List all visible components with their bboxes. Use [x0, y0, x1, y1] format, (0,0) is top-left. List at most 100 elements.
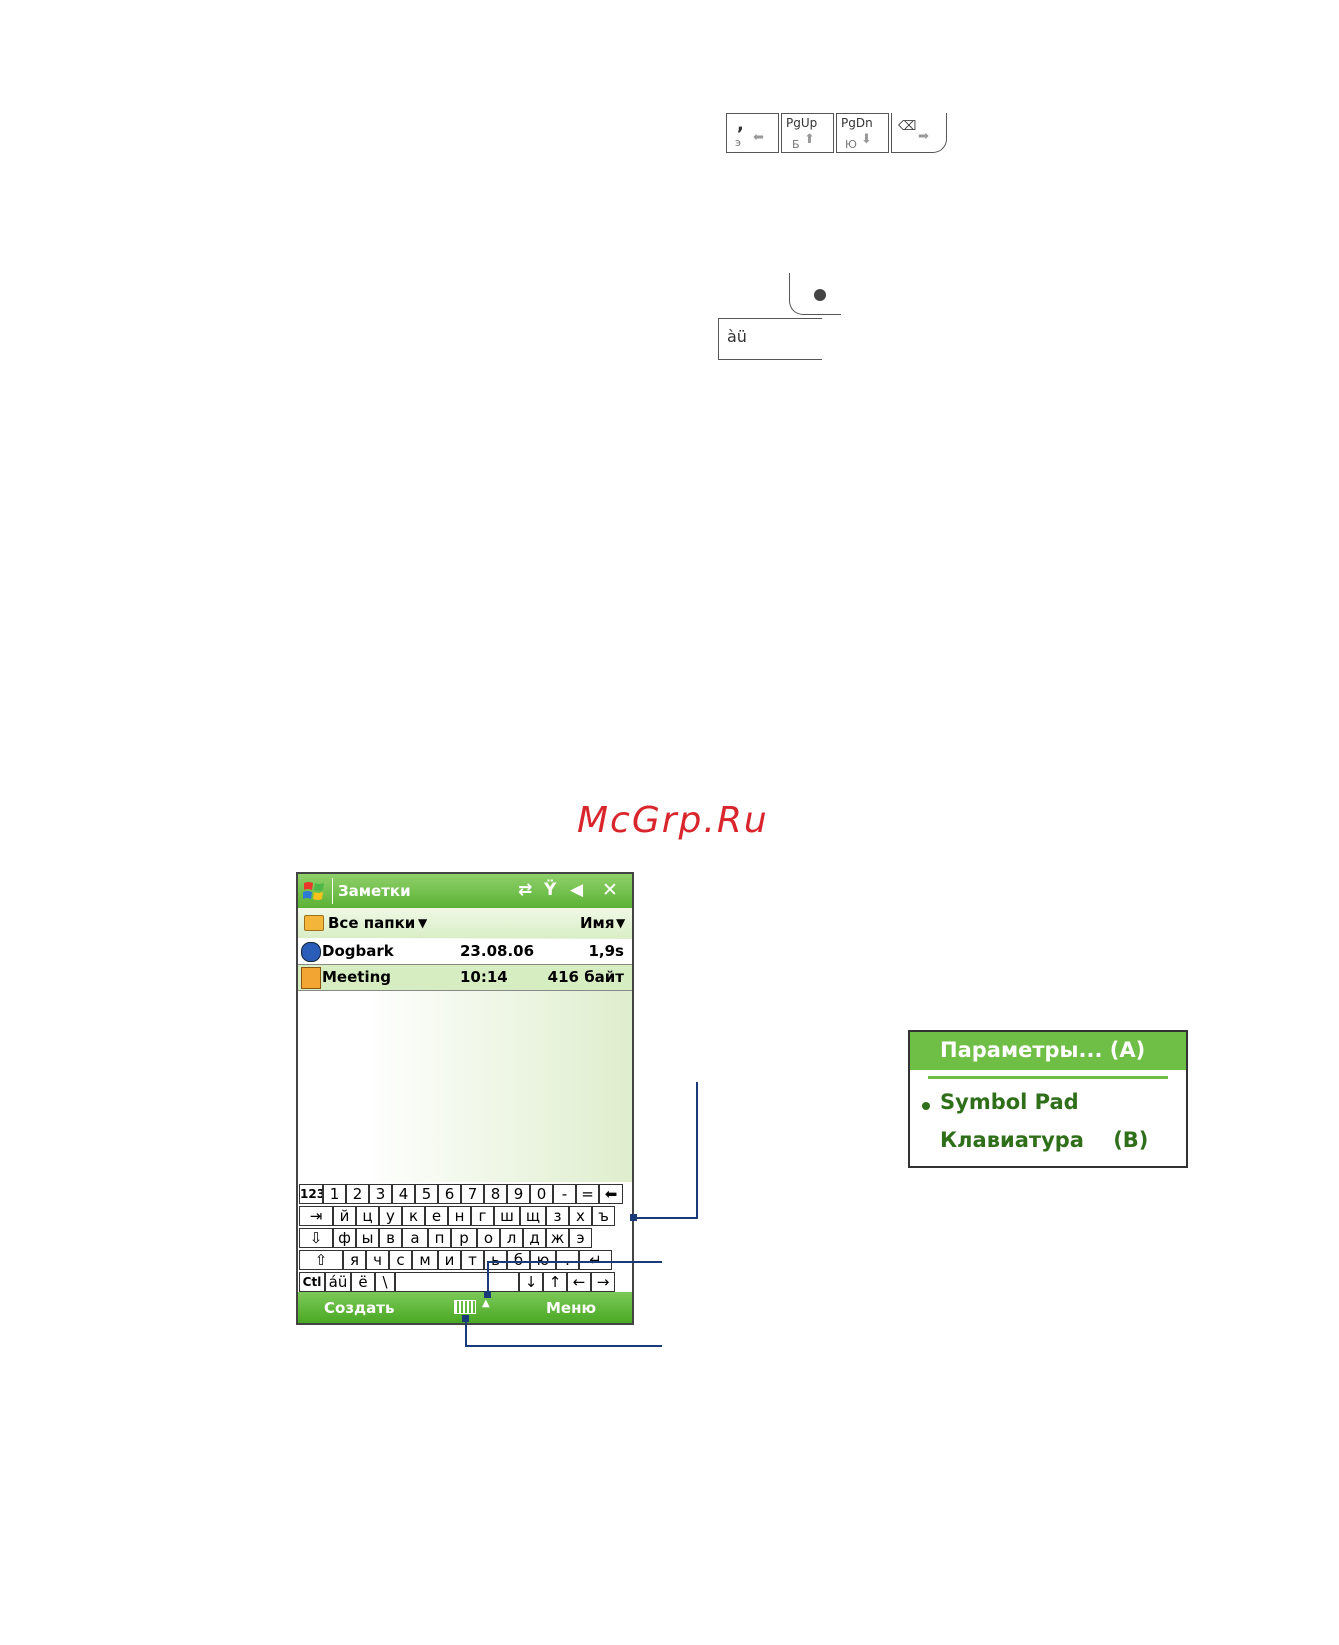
symbol-pad-item[interactable]: Symbol Pad [940, 1090, 1079, 1114]
keyboard-key[interactable]: ш [494, 1206, 520, 1226]
keyboard-key[interactable]: ← [567, 1272, 591, 1292]
keyboard-key[interactable]: ф [333, 1228, 356, 1248]
keyboard-key[interactable]: а [402, 1228, 428, 1248]
keyboard-key[interactable]: м [412, 1250, 438, 1270]
file-date: 23.08.06 [460, 942, 535, 960]
keyboard-key[interactable]: \ [375, 1272, 395, 1292]
keyboard-key[interactable]: → [591, 1272, 615, 1292]
input-selector-arrow-icon[interactable]: ▲ [482, 1298, 490, 1309]
signal-icon[interactable]: Ÿ [544, 880, 556, 900]
keyboard-key[interactable]: 8 [484, 1184, 507, 1204]
keyboard-key[interactable]: я [343, 1250, 366, 1270]
keyboard-key[interactable]: ⇥ [299, 1206, 333, 1226]
keyboard-key[interactable]: ю [530, 1250, 556, 1270]
dot-key [789, 273, 841, 315]
note-icon [301, 967, 321, 989]
keyboard-key[interactable]: щ [520, 1206, 546, 1226]
file-size: 416 байт [547, 968, 624, 986]
file-date: 10:14 [460, 968, 508, 986]
options-item[interactable]: Параметры... (A) [910, 1032, 1186, 1070]
keyboard-key[interactable]: ь [484, 1250, 507, 1270]
options-label: Параметры... (A) [940, 1038, 1146, 1062]
menu-button[interactable]: Меню [546, 1299, 596, 1317]
close-icon[interactable]: ✕ [602, 879, 618, 901]
keyboard-key[interactable]: з [546, 1206, 569, 1226]
keyboard-key[interactable]: ъ [592, 1206, 615, 1226]
keyboard-key[interactable] [395, 1272, 519, 1292]
keyboard-key[interactable]: л [500, 1228, 523, 1248]
keyboard-key[interactable]: у [379, 1206, 402, 1226]
list-item[interactable]: Meeting 10:14 416 байт [298, 965, 632, 991]
keyboard-key[interactable]: д [523, 1228, 546, 1248]
keyboard-key[interactable]: г [471, 1206, 494, 1226]
windows-start-icon[interactable] [302, 879, 326, 903]
keyboard-key[interactable]: 123 [299, 1184, 323, 1204]
keyboard-key[interactable]: й [333, 1206, 356, 1226]
keyboard-key[interactable]: ⇩ [299, 1228, 333, 1248]
file-name: Meeting [322, 968, 392, 986]
dot-icon [814, 289, 826, 301]
callout-keyboard [634, 1082, 698, 1219]
keyboard-key[interactable]: 4 [392, 1184, 415, 1204]
keyboard-key[interactable]: о [477, 1228, 500, 1248]
selected-bullet-icon [922, 1102, 930, 1110]
keyboard-key[interactable]: и [438, 1250, 461, 1270]
media-icon [301, 942, 321, 962]
keyboard-key[interactable]: - [553, 1184, 576, 1204]
keyboard-key[interactable]: 7 [461, 1184, 484, 1204]
keyboard-key[interactable]: ж [546, 1228, 569, 1248]
keyboard-key[interactable]: э [569, 1228, 592, 1248]
keyboard-key[interactable]: н [448, 1206, 471, 1226]
keyboard-key[interactable]: 0 [530, 1184, 553, 1204]
keyboard-key[interactable]: 2 [346, 1184, 369, 1204]
input-menu-popup: Параметры... (A) Symbol Pad Клавиатура (… [908, 1030, 1188, 1168]
keyboard-key[interactable]: ё [351, 1272, 375, 1292]
keyboard-key[interactable]: ↵ [579, 1250, 612, 1270]
keyboard-key[interactable]: ↑ [543, 1272, 567, 1292]
keyboard-key[interactable]: ⬅ [599, 1184, 623, 1204]
pgdn-key-main: PgDn [841, 116, 873, 130]
keyboard-key[interactable]: áü [325, 1272, 351, 1292]
keyboard-key[interactable]: 5 [415, 1184, 438, 1204]
keyboard-item[interactable]: Клавиатура (B) [940, 1128, 1148, 1152]
menu-bar: Создать ▲ Меню [298, 1292, 632, 1323]
keyboard-key[interactable]: п [428, 1228, 451, 1248]
arrow-down-icon: ⬇ [861, 132, 872, 147]
folder-dropdown[interactable]: Все папки [328, 914, 415, 932]
pgup-key-main: PgUp [786, 116, 818, 130]
keyboard-key[interactable]: ↓ [519, 1272, 543, 1292]
keyboard-key[interactable]: 1 [323, 1184, 346, 1204]
keyboard-icon[interactable] [454, 1300, 476, 1314]
pgup-key-sub: Б [792, 138, 800, 151]
keyboard-key[interactable]: ы [356, 1228, 379, 1248]
arrow-up-icon: ⬆ [804, 132, 815, 147]
volume-icon[interactable]: ◀ [570, 880, 583, 900]
keyboard-key[interactable]: 9 [507, 1184, 530, 1204]
popup-divider [928, 1076, 1168, 1079]
keyboard-key[interactable]: = [576, 1184, 599, 1204]
keyboard-key[interactable]: к [402, 1206, 425, 1226]
keyboard-key[interactable]: б [507, 1250, 530, 1270]
folder-bar: Все папки ▼ Имя ▼ [298, 908, 632, 939]
keyboard-key[interactable]: р [451, 1228, 477, 1248]
keyboard-key[interactable]: х [569, 1206, 592, 1226]
keyboard-key[interactable]: ⇧ [299, 1250, 343, 1270]
keyboard-key[interactable]: Ctl [299, 1272, 325, 1292]
keyboard-key[interactable]: 6 [438, 1184, 461, 1204]
sync-icon[interactable]: ⇄ [518, 880, 532, 900]
list-item[interactable]: Dogbark 23.08.06 1,9s [298, 939, 632, 965]
keyboard-key[interactable]: ц [356, 1206, 379, 1226]
comma-key-sub: э [735, 136, 742, 149]
sort-dropdown[interactable]: Имя [580, 914, 614, 932]
keyboard-key[interactable]: е [425, 1206, 448, 1226]
keyboard-key[interactable]: . [556, 1250, 579, 1270]
new-button[interactable]: Создать [324, 1299, 394, 1317]
keyboard-key[interactable]: 3 [369, 1184, 392, 1204]
chevron-down-icon: ▼ [418, 916, 428, 930]
keyboard-key[interactable]: в [379, 1228, 402, 1248]
keyboard-key[interactable]: ч [366, 1250, 389, 1270]
pgup-key: PgUp Б ⬆ [781, 113, 834, 153]
keyboard-key[interactable]: с [389, 1250, 412, 1270]
keyboard-key[interactable]: т [461, 1250, 484, 1270]
title-bar: Заметки ⇄ Ÿ ◀ ✕ [298, 874, 632, 908]
